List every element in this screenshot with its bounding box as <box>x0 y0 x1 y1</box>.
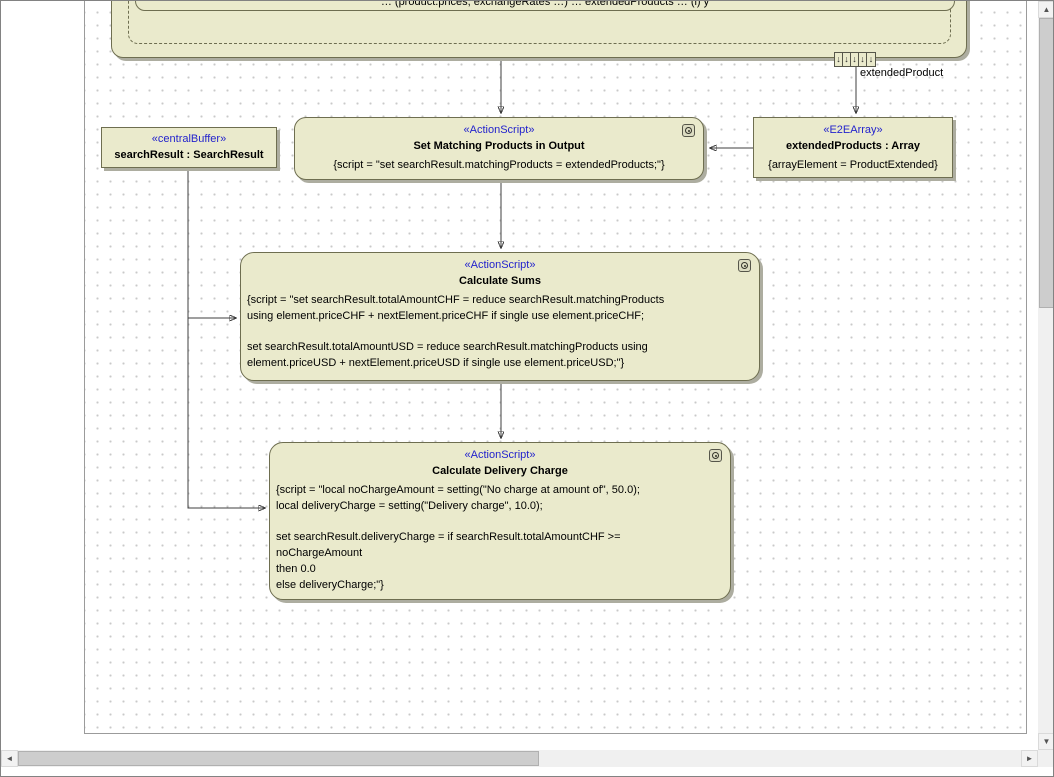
script-action-icon <box>738 259 751 272</box>
e2e-array-node[interactable]: «E2EArray» extendedProducts : Array {arr… <box>753 117 953 178</box>
clipped-action-node[interactable]: … (product.prices, exchangeRates …) … ex… <box>135 0 955 11</box>
pin-arrow-icon: ↓ <box>859 53 867 66</box>
script-action-icon <box>709 449 722 462</box>
stereotype-label: «centralBuffer» <box>102 128 276 147</box>
scroll-left-icon[interactable]: ◄ <box>1 750 18 767</box>
pin-arrow-icon: ↓ <box>843 53 851 66</box>
horizontal-scrollbar[interactable]: ◄ ► <box>1 750 1038 767</box>
node-script: {script = "set searchResult.matchingProd… <box>295 158 703 174</box>
expansion-output-pins[interactable]: ↓ ↓ ↓ ↓ ↓ <box>834 52 876 67</box>
stereotype-label: «E2EArray» <box>754 118 952 138</box>
node-title: Calculate Sums <box>241 273 759 290</box>
scroll-up-icon[interactable]: ▲ <box>1038 1 1054 18</box>
expansion-output-label: extendedProduct <box>860 67 943 79</box>
central-buffer-node[interactable]: «centralBuffer» searchResult : SearchRes… <box>101 127 277 168</box>
pin-arrow-icon: ↓ <box>867 53 875 66</box>
diagram-editor-window: … (product.prices, exchangeRates …) … ex… <box>0 0 1054 777</box>
scroll-right-icon[interactable]: ► <box>1021 750 1038 767</box>
action-calculate-delivery-charge[interactable]: «ActionScript» Calculate Delivery Charge… <box>269 442 731 600</box>
node-constraint: {arrayElement = ProductExtended} <box>754 158 952 174</box>
action-set-matching-products[interactable]: «ActionScript» Set Matching Products in … <box>294 117 704 180</box>
stereotype-label: «ActionScript» <box>295 118 703 138</box>
vertical-scroll-thumb[interactable] <box>1039 18 1054 308</box>
edge-buffer-to-calculate-sums[interactable] <box>188 169 236 318</box>
vertical-scrollbar[interactable]: ▲ ▼ <box>1038 1 1054 750</box>
pin-arrow-icon: ↓ <box>835 53 843 66</box>
node-script: {script = "local noChargeAmount = settin… <box>270 483 730 594</box>
node-title: Calculate Delivery Charge <box>270 463 730 480</box>
node-title: extendedProducts : Array <box>754 138 952 155</box>
stereotype-label: «ActionScript» <box>270 443 730 463</box>
horizontal-scroll-thumb[interactable] <box>18 751 539 766</box>
scrollbar-corner <box>1038 750 1054 767</box>
script-action-icon <box>682 124 695 137</box>
stereotype-label: «ActionScript» <box>241 253 759 273</box>
action-calculate-sums[interactable]: «ActionScript» Calculate Sums {script = … <box>240 252 760 381</box>
node-title: searchResult : SearchResult <box>102 147 276 164</box>
node-title: Set Matching Products in Output <box>295 138 703 155</box>
clipped-script-text: … (product.prices, exchangeRates …) … ex… <box>142 0 948 8</box>
scroll-down-icon[interactable]: ▼ <box>1038 733 1054 750</box>
node-script: {script = "set searchResult.totalAmountC… <box>241 293 759 372</box>
pin-arrow-icon: ↓ <box>851 53 859 66</box>
